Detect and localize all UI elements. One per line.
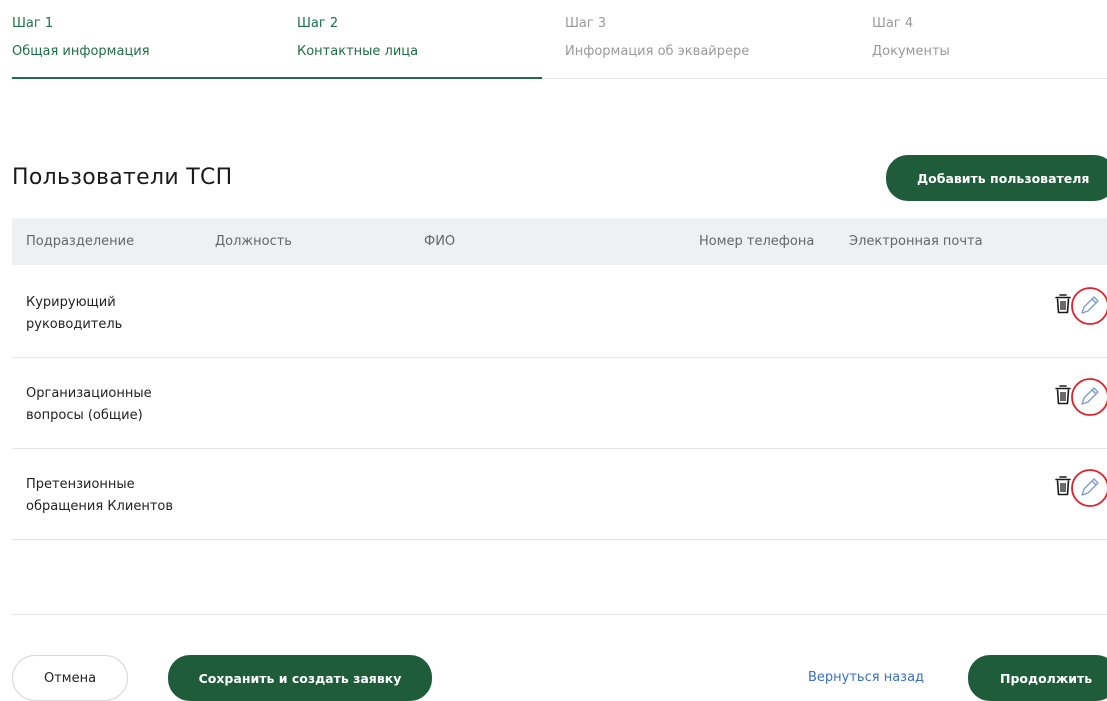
page-title: Пользователи ТСП	[12, 165, 233, 190]
department-line: обращения Клиентов	[26, 499, 174, 514]
department-line: Претензионные	[26, 477, 135, 492]
department-cell: Претензионные обращения Клиентов	[26, 474, 206, 518]
column-header-email: Электронная почта	[849, 234, 983, 249]
step-1[interactable]: Шаг 1 Общая информация	[12, 16, 150, 60]
step-4[interactable]: Шаг 4 Документы	[872, 16, 950, 60]
edit-pencil-icon[interactable]	[1070, 377, 1107, 417]
step-name: Контактные лица	[297, 44, 419, 59]
column-header-full-name: ФИО	[424, 234, 456, 249]
highlight-circle	[1071, 469, 1107, 507]
column-header-phone: Номер телефона	[699, 234, 815, 249]
table-row: Курирующий руководитель	[12, 266, 1107, 358]
step-3[interactable]: Шаг 3 Информация об эквайрере	[565, 16, 749, 60]
column-header-position: Должность	[215, 234, 292, 249]
step-name: Документы	[872, 44, 950, 59]
step-name: Общая информация	[12, 44, 150, 59]
highlight-circle	[1071, 378, 1107, 416]
step-number: Шаг 4	[872, 16, 914, 31]
department-line: Организационные	[26, 386, 152, 401]
department-line: Курирующий	[26, 295, 116, 310]
table-row: Претензионные обращения Клиентов	[12, 448, 1107, 540]
step-number: Шаг 1	[12, 16, 54, 31]
continue-button[interactable]: Продолжить	[968, 655, 1107, 701]
step-number: Шаг 3	[565, 16, 607, 31]
edit-pencil-icon[interactable]	[1070, 468, 1107, 508]
add-user-button[interactable]: Добавить пользователя	[886, 155, 1107, 201]
footer-divider	[12, 614, 1107, 615]
department-cell: Курирующий руководитель	[26, 292, 206, 336]
stepper-progress-bar	[12, 77, 542, 79]
stepper: Шаг 1 Общая информация Шаг 2 Контактные …	[0, 0, 1107, 80]
table-header: Подразделение Должность ФИО Номер телефо…	[12, 218, 1107, 265]
edit-pencil-icon[interactable]	[1070, 286, 1107, 326]
department-line: вопросы (общие)	[26, 408, 143, 423]
go-back-link[interactable]: Вернуться назад	[808, 670, 924, 685]
save-and-create-request-button[interactable]: Сохранить и создать заявку	[168, 655, 432, 701]
step-2[interactable]: Шаг 2 Контактные лица	[297, 16, 418, 60]
cancel-button[interactable]: Отмена	[12, 655, 128, 701]
step-number: Шаг 2	[297, 16, 339, 31]
highlight-circle	[1071, 287, 1107, 325]
column-header-department: Подразделение	[26, 234, 135, 249]
table-row: Организационные вопросы (общие)	[12, 357, 1107, 449]
department-line: руководитель	[26, 317, 123, 332]
step-name: Информация об эквайрере	[565, 44, 750, 59]
department-cell: Организационные вопросы (общие)	[26, 383, 206, 427]
